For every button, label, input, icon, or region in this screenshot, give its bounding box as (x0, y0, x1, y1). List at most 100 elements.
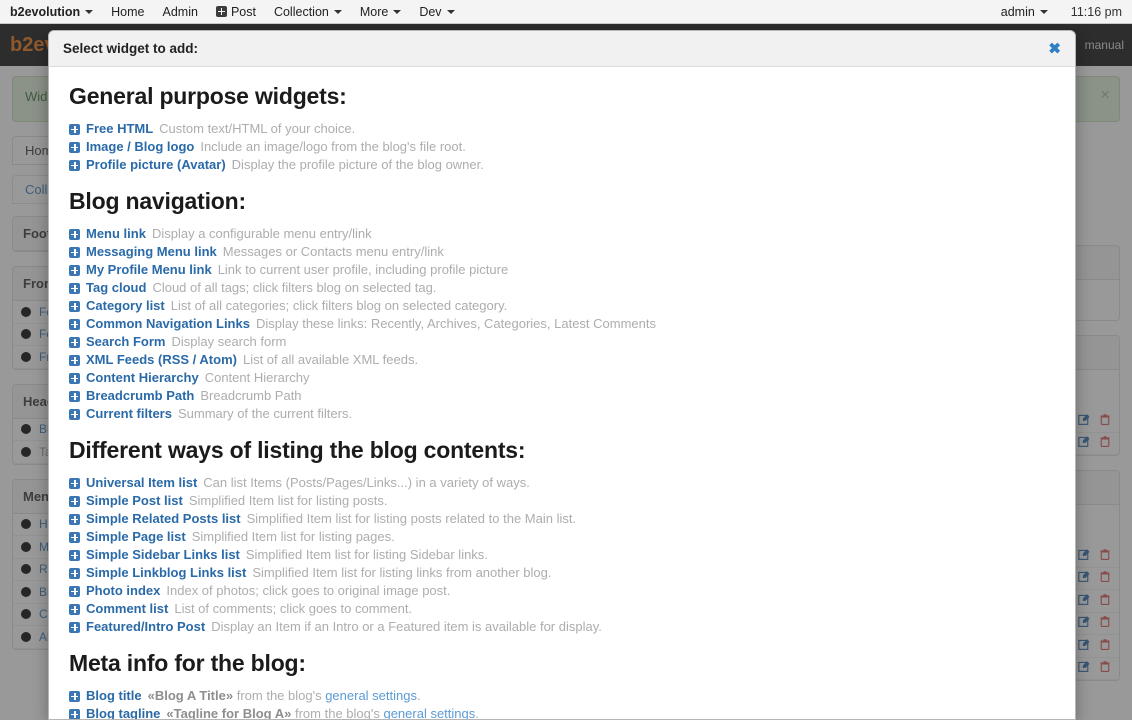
widget-option-link[interactable]: Featured/Intro Post (86, 618, 205, 636)
widget-option-row[interactable]: Free HTML Custom text/HTML of your choice… (69, 120, 1055, 138)
widget-option-row[interactable]: Content Hierarchy Content Hierarchy (69, 369, 1055, 387)
widget-option-row[interactable]: Current filters Summary of the current fi… (69, 405, 1055, 423)
widget-option-description: Include an image/logo from the blog's fi… (200, 138, 466, 156)
widget-option-row[interactable]: Blog title «Blog A Title» from the blog's… (69, 687, 1055, 705)
plus-icon[interactable] (69, 621, 80, 633)
plus-icon[interactable] (69, 246, 80, 258)
widget-option-description: Breadcrumb Path (200, 387, 301, 405)
widget-option-description: Content Hierarchy (205, 369, 310, 387)
widget-option-row[interactable]: Featured/Intro Post Display an Item if an… (69, 618, 1055, 636)
widget-option-row[interactable]: Comment list List of comments; click goes… (69, 600, 1055, 618)
widget-option-description-text: Simplified Item list for listing links f… (252, 565, 552, 580)
widget-option-row[interactable]: Profile picture (Avatar) Display the prof… (69, 156, 1055, 174)
widget-option-link[interactable]: Tag cloud (86, 279, 146, 297)
plus-icon[interactable] (69, 228, 80, 240)
widget-option-link[interactable]: XML Feeds (RSS / Atom) (86, 351, 237, 369)
widget-option-link[interactable]: Search Form (86, 333, 165, 351)
widget-option-link[interactable]: Simple Page list (86, 528, 186, 546)
plus-icon[interactable] (69, 318, 80, 330)
widget-option-description: Display a configurable menu entry/link (152, 225, 372, 243)
evobar-item-collection[interactable]: Collection (265, 0, 351, 24)
widget-option-description-text: Messages or Contacts menu entry/link (222, 244, 444, 259)
widget-option-link[interactable]: Profile picture (Avatar) (86, 156, 226, 174)
widget-option-row[interactable]: XML Feeds (RSS / Atom) List of all availa… (69, 351, 1055, 369)
widget-option-link[interactable]: Blog title (86, 687, 142, 705)
widget-option-link[interactable]: Photo index (86, 582, 160, 600)
widget-option-link[interactable]: Comment list (86, 600, 168, 618)
close-icon[interactable]: ✖ (1048, 41, 1061, 56)
widget-option-link[interactable]: Simple Related Posts list (86, 510, 241, 528)
plus-icon[interactable] (69, 603, 80, 615)
plus-icon[interactable] (69, 141, 80, 153)
widget-option-link[interactable]: Image / Blog logo (86, 138, 194, 156)
plus-icon[interactable] (69, 390, 80, 402)
widget-option-description-text: Simplified Item list for listing posts r… (246, 511, 577, 526)
widget-option-row[interactable]: Image / Blog logo Include an image/logo f… (69, 138, 1055, 156)
plus-icon[interactable] (69, 300, 80, 312)
widget-option-link[interactable]: Menu link (86, 225, 146, 243)
evobar-item-admin[interactable]: Admin (154, 0, 207, 24)
widget-option-row[interactable]: Universal Item list Can list Items (Posts… (69, 474, 1055, 492)
widget-option-row[interactable]: Breadcrumb Path Breadcrumb Path (69, 387, 1055, 405)
widget-option-link[interactable]: Content Hierarchy (86, 369, 199, 387)
plus-icon[interactable] (69, 495, 80, 507)
widget-option-row[interactable]: Blog tagline «Tagline for Blog A» from th… (69, 705, 1055, 719)
widget-option-list: Menu link Display a configurable menu ent… (69, 225, 1055, 423)
plus-icon[interactable] (69, 531, 80, 543)
plus-icon[interactable] (69, 123, 80, 135)
widget-option-row[interactable]: My Profile Menu link Link to current user… (69, 261, 1055, 279)
widget-option-row[interactable]: Simple Page list Simplified Item list for… (69, 528, 1055, 546)
plus-icon[interactable] (69, 513, 80, 525)
evobar-user-menu[interactable]: admin (992, 0, 1057, 24)
widget-option-link[interactable]: Simple Linkblog Links list (86, 564, 246, 582)
widget-option-description: «Tagline for Blog A» from the blog's gen… (166, 705, 478, 719)
widget-option-link[interactable]: My Profile Menu link (86, 261, 212, 279)
evobar-item-post[interactable]: Post (207, 0, 265, 24)
plus-icon[interactable] (69, 372, 80, 384)
plus-icon[interactable] (69, 354, 80, 366)
widget-option-link[interactable]: Universal Item list (86, 474, 197, 492)
widget-option-link[interactable]: Blog tagline (86, 705, 160, 719)
modal-body[interactable]: General purpose widgets: Free HTML Custom … (49, 67, 1075, 719)
plus-icon[interactable] (69, 708, 80, 719)
widget-option-row[interactable]: Common Navigation Links Display these lin… (69, 315, 1055, 333)
plus-icon[interactable] (69, 336, 80, 348)
section-heading: Meta info for the blog: (69, 650, 306, 676)
widget-option-link[interactable]: Simple Sidebar Links list (86, 546, 240, 564)
general-settings-link[interactable]: general settings (325, 688, 417, 703)
plus-icon[interactable] (69, 159, 80, 171)
widget-option-row[interactable]: Simple Sidebar Links list Simplified Item… (69, 546, 1055, 564)
evobar: b2evolution Home Admin Post Collection M… (0, 0, 1132, 24)
plus-icon[interactable] (69, 585, 80, 597)
widget-option-row[interactable]: Tag cloud Cloud of all tags; click filter… (69, 279, 1055, 297)
plus-icon[interactable] (69, 549, 80, 561)
widget-option-row[interactable]: Photo index Index of photos; click goes t… (69, 582, 1055, 600)
widget-option-link[interactable]: Current filters (86, 405, 172, 423)
widget-option-link[interactable]: Category list (86, 297, 165, 315)
widget-option-link[interactable]: Simple Post list (86, 492, 183, 510)
evobar-brand[interactable]: b2evolution (8, 0, 102, 24)
plus-icon[interactable] (69, 567, 80, 579)
widget-option-row[interactable]: Menu link Display a configurable menu ent… (69, 225, 1055, 243)
widget-option-row[interactable]: Simple Related Posts list Simplified Item… (69, 510, 1055, 528)
widget-option-description-text: Display these links: Recently, Archives,… (255, 316, 657, 331)
evobar-item-dev[interactable]: Dev (410, 0, 463, 24)
widget-option-link[interactable]: Free HTML (86, 120, 153, 138)
plus-icon[interactable] (69, 282, 80, 294)
evobar-item-home[interactable]: Home (102, 0, 153, 24)
evobar-item-more[interactable]: More (351, 0, 410, 24)
general-settings-link[interactable]: general settings (383, 706, 475, 719)
widget-option-link[interactable]: Common Navigation Links (86, 315, 250, 333)
widget-option-row[interactable]: Messaging Menu link Messages or Contacts … (69, 243, 1055, 261)
widget-option-link[interactable]: Messaging Menu link (86, 243, 217, 261)
widget-option-row[interactable]: Simple Post list Simplified Item list for… (69, 492, 1055, 510)
plus-icon[interactable] (69, 408, 80, 420)
plus-icon[interactable] (69, 264, 80, 276)
widget-option-row[interactable]: Simple Linkblog Links list Simplified Ite… (69, 564, 1055, 582)
widget-option-description-text: from the blog's (294, 706, 380, 719)
plus-icon[interactable] (69, 477, 80, 489)
widget-option-row[interactable]: Search Form Display search form (69, 333, 1055, 351)
widget-option-row[interactable]: Category list List of all categories; cli… (69, 297, 1055, 315)
widget-option-link[interactable]: Breadcrumb Path (86, 387, 194, 405)
plus-icon[interactable] (69, 690, 80, 702)
